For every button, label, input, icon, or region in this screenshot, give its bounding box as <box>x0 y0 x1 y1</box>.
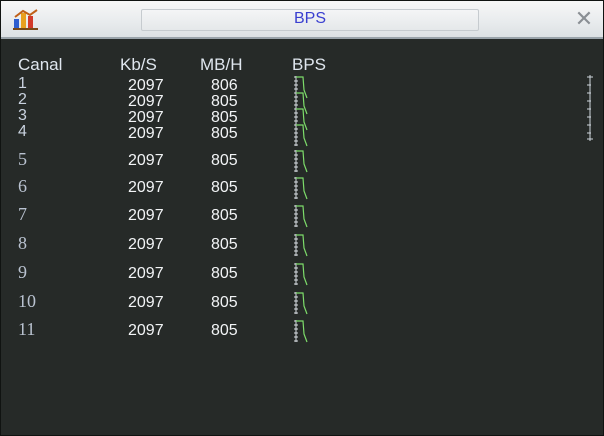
bps-sparkline <box>294 205 308 228</box>
kbs-value: 2097 <box>128 125 164 142</box>
window-title: BPS <box>293 10 326 27</box>
mbh-value: 805 <box>211 236 238 253</box>
column-header-mbh: MB/H <box>200 55 243 74</box>
column-header-bps: BPS <box>292 55 327 74</box>
channel-number: 7 <box>18 204 27 224</box>
channel-number: 4 <box>18 123 27 140</box>
bps-sparkline <box>294 150 308 173</box>
bps-sparkline <box>294 124 308 147</box>
title-bar: BPS ✕ <box>1 1 603 39</box>
channel-number: 5 <box>18 149 27 169</box>
bps-sparkline <box>294 320 308 343</box>
mbh-value: 805 <box>211 322 238 339</box>
column-header-channel: Canal <box>18 55 63 74</box>
bps-window: BPS ✕ Canal Kb/S MB/H BPS 1 2097 806 2 2097 8… <box>0 0 604 436</box>
kbs-value: 2097 <box>128 207 164 224</box>
mbh-value: 805 <box>211 294 238 311</box>
kbs-value: 2097 <box>128 152 164 169</box>
bps-sparkline <box>294 292 308 315</box>
channel-number: 10 <box>18 291 36 311</box>
bar-chart-app-icon <box>13 9 38 30</box>
kbs-value: 2097 <box>128 179 164 196</box>
mbh-value: 805 <box>211 125 238 142</box>
mbh-value: 805 <box>211 265 238 282</box>
channel-number: 8 <box>18 233 27 253</box>
channel-number: 6 <box>18 176 27 196</box>
bps-sparkline <box>294 263 308 286</box>
kbs-value: 2097 <box>128 265 164 282</box>
kbs-value: 2097 <box>128 294 164 311</box>
mbh-value: 805 <box>211 207 238 224</box>
mbh-value: 805 <box>211 152 238 169</box>
kbs-value: 2097 <box>128 236 164 253</box>
channel-number: 11 <box>18 319 36 339</box>
bps-sparkline <box>294 177 308 200</box>
mbh-value: 805 <box>211 179 238 196</box>
scroll-ruler[interactable] <box>586 75 594 141</box>
close-icon[interactable]: ✕ <box>573 8 595 31</box>
column-header-kbs: Kb/S <box>120 55 157 74</box>
kbs-value: 2097 <box>128 322 164 339</box>
bps-sparkline <box>294 234 308 257</box>
channel-number: 9 <box>18 262 27 282</box>
